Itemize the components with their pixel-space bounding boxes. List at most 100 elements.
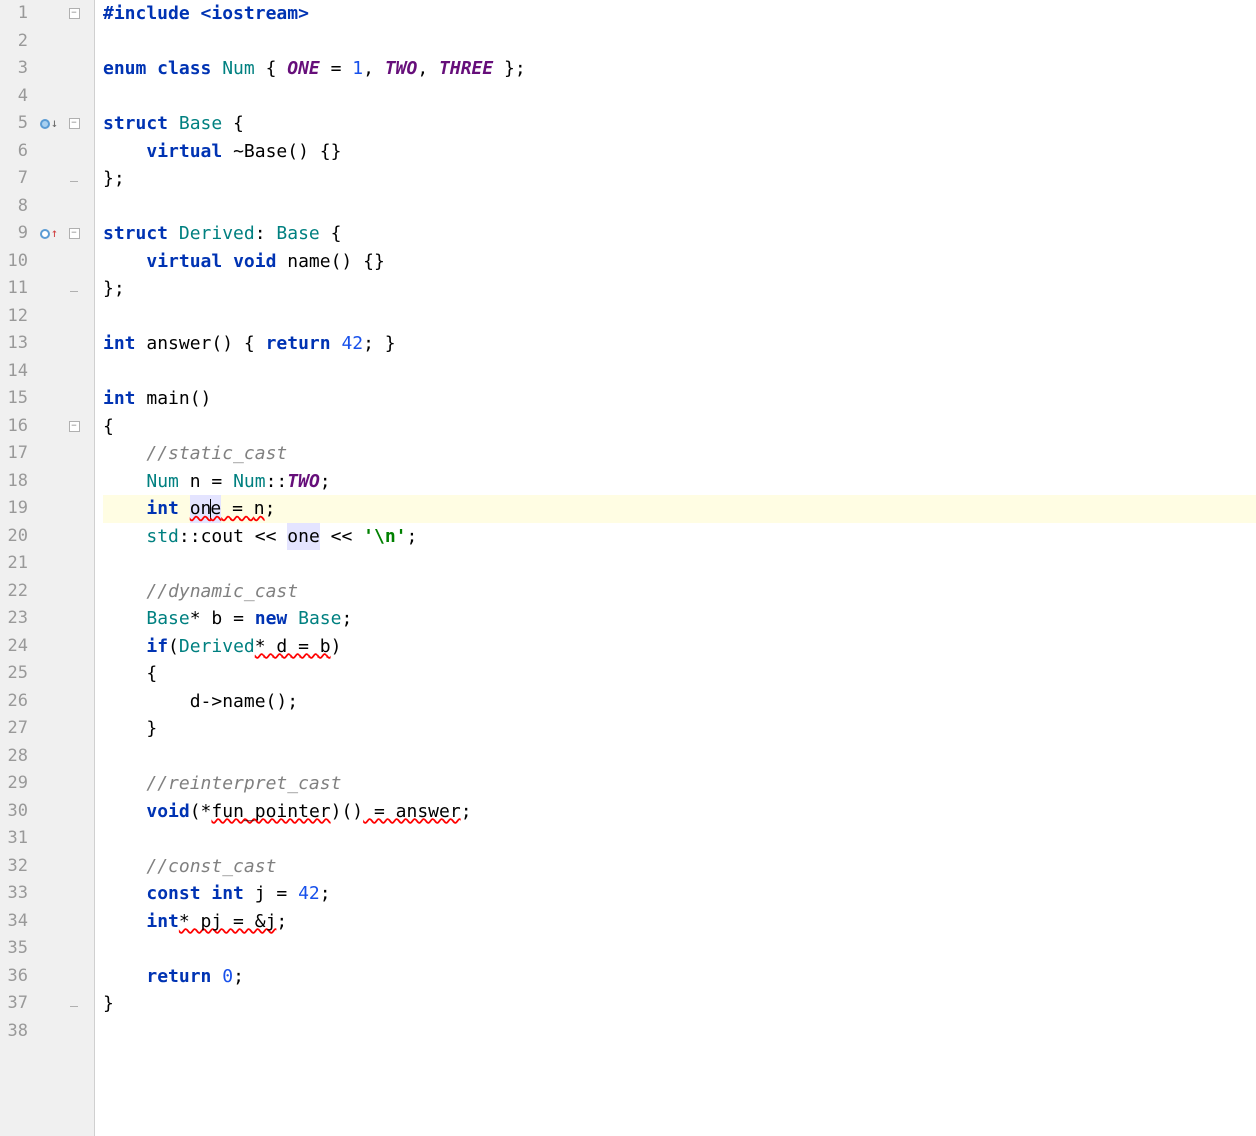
gutter-line: 36 (0, 963, 94, 991)
text: ; (341, 605, 352, 633)
line-number: 16 (0, 413, 34, 441)
fold-area (64, 176, 84, 182)
line-number: 32 (0, 853, 34, 881)
gutter-line: 27 (0, 715, 94, 743)
text: ; (320, 880, 331, 908)
marker-area: ↑ (34, 220, 64, 248)
gutter-line: 8 (0, 193, 94, 221)
gutter-line: 16 − (0, 413, 94, 441)
ns-num: Num (233, 468, 266, 496)
gutter-line: 28 (0, 743, 94, 771)
indent (103, 578, 146, 606)
indent (103, 770, 146, 798)
gutter-line: 19 (0, 495, 94, 523)
indent (103, 880, 146, 908)
overrides-icon[interactable]: ↓ (40, 110, 58, 138)
text: ; (233, 963, 244, 991)
gutter-line: 2 (0, 28, 94, 56)
line-number: 30 (0, 798, 34, 826)
gutter-line: 23 (0, 605, 94, 633)
line-number: 25 (0, 660, 34, 688)
text: = (320, 55, 353, 83)
var-one-error: one (190, 495, 222, 523)
type-base: Base (276, 220, 319, 248)
gutter-line: 22 (0, 578, 94, 606)
gutter-line: 32 (0, 853, 94, 881)
line-number: 26 (0, 688, 34, 716)
line-number: 12 (0, 303, 34, 331)
indent (103, 440, 146, 468)
enum-two: TWO (385, 55, 418, 83)
text: :: (266, 468, 288, 496)
gutter-line: 7 (0, 165, 94, 193)
fold-collapse-icon[interactable]: − (69, 421, 80, 432)
comment: //dynamic_cast (146, 578, 298, 606)
fold-area (64, 1001, 84, 1007)
type-base: Base (298, 605, 341, 633)
line-number: 13 (0, 330, 34, 358)
fold-end-icon[interactable] (70, 286, 78, 292)
type-derived: Derived (179, 220, 255, 248)
indent (103, 908, 146, 936)
text: * b = (190, 605, 255, 633)
fold-area: − (64, 228, 84, 239)
code-area[interactable]: #include <iostream> enum class Num { ONE… (95, 0, 1256, 1136)
gutter-line: 10 (0, 248, 94, 276)
include-header: <iostream> (201, 0, 309, 28)
gutter-line: 37 (0, 990, 94, 1018)
text: { (255, 55, 288, 83)
indent (103, 633, 146, 661)
enum-three: THREE (439, 55, 493, 83)
fold-collapse-icon[interactable]: − (69, 228, 80, 239)
current-line[interactable]: int one = n; (103, 495, 1256, 523)
line-number: 35 (0, 935, 34, 963)
line-number: 1 (0, 0, 34, 28)
overridden-icon[interactable]: ↑ (40, 220, 58, 248)
type-num: Num (146, 468, 179, 496)
gutter-line: 35 (0, 935, 94, 963)
text-cursor (210, 499, 211, 519)
text: )() (331, 798, 364, 826)
fold-collapse-icon[interactable]: − (69, 118, 80, 129)
text: ; } (363, 330, 396, 358)
fold-area: − (64, 8, 84, 19)
type-base: Base (146, 605, 189, 633)
gutter-line: 11 (0, 275, 94, 303)
fold-collapse-icon[interactable]: − (69, 8, 80, 19)
text: << (244, 523, 287, 551)
indent (103, 715, 146, 743)
line-number: 33 (0, 880, 34, 908)
line-number: 4 (0, 83, 34, 111)
line-number: 14 (0, 358, 34, 386)
line-number: 10 (0, 248, 34, 276)
comment: //static_cast (146, 440, 287, 468)
kw-const-int: const int (146, 880, 254, 908)
kw-virtual: virtual (146, 138, 233, 166)
intention-bulb-icon[interactable] (119, 472, 133, 490)
method-name: name() {} (287, 248, 385, 276)
kw-int: int (103, 385, 146, 413)
gutter-line: 15 (0, 385, 94, 413)
gutter-line: 21 (0, 550, 94, 578)
error-underline: = answer (363, 798, 461, 826)
gutter-line: 33 (0, 880, 94, 908)
fold-end-icon[interactable] (70, 1001, 78, 1007)
kw-int: int (146, 908, 179, 936)
line-number: 37 (0, 990, 34, 1018)
gutter-line: 6 (0, 138, 94, 166)
destructor: ~Base() {} (233, 138, 341, 166)
text: ; (461, 798, 472, 826)
line-number: 19 (0, 495, 34, 523)
indent (103, 798, 146, 826)
gutter-line: 26 (0, 688, 94, 716)
fold-end-icon[interactable] (70, 176, 78, 182)
text: } (103, 990, 114, 1018)
kw-void: void (146, 798, 189, 826)
kw-return: return (146, 963, 222, 991)
kw-void: void (233, 248, 287, 276)
line-number: 3 (0, 55, 34, 83)
error-underline: fun_pointer (211, 798, 330, 826)
text: { (222, 110, 244, 138)
marker-area: ↓ (34, 110, 64, 138)
text: { (146, 660, 157, 688)
